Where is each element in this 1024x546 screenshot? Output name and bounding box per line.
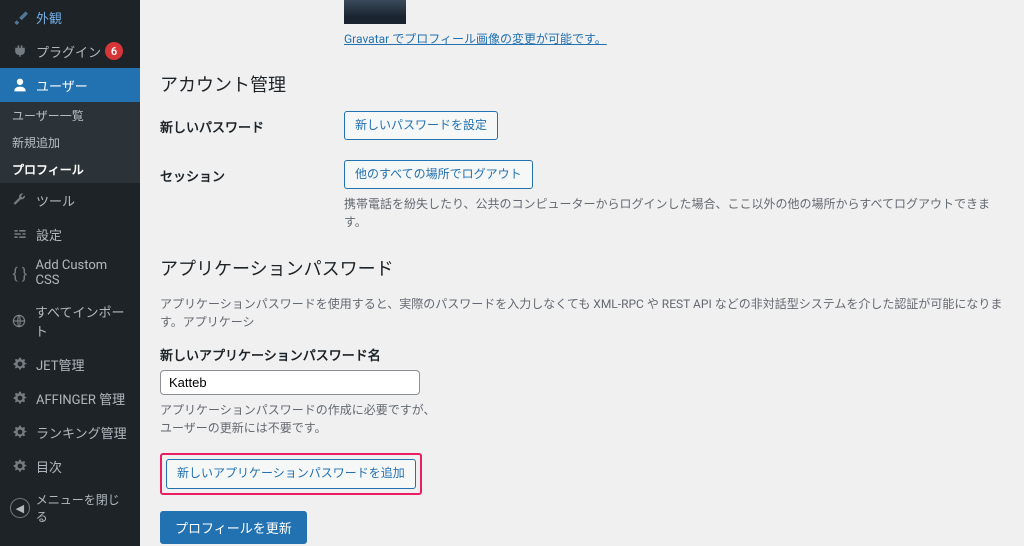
highlight-add-app-password: 新しいアプリケーションパスワードを追加 <box>160 453 422 494</box>
sidebar-item-toc[interactable]: 目次 <box>0 449 140 483</box>
label-app-password-name: 新しいアプリケーションパスワード名 <box>160 345 1004 364</box>
chevron-left-icon: ◀ <box>10 498 30 518</box>
row-session: セッション 他のすべての場所でログアウト 携帯電話を紛失したり、公共のコンピュー… <box>160 160 1004 231</box>
gear-icon <box>10 354 30 374</box>
sidebar-item-ranking[interactable]: ランキング管理 <box>0 415 140 449</box>
sidebar-label: プラグイン <box>36 42 101 61</box>
add-app-password-button[interactable]: 新しいアプリケーションパスワードを追加 <box>166 459 416 488</box>
update-profile-button[interactable]: プロフィールを更新 <box>160 511 307 544</box>
sidebar-label: ランキング管理 <box>36 423 127 442</box>
gear-icon <box>10 388 30 408</box>
main-content: Gravatar でプロフィール画像の変更が可能です。 アカウント管理 新しいパ… <box>140 0 1024 546</box>
globe-icon <box>10 311 29 331</box>
gravatar-link[interactable]: Gravatar でプロフィール画像の変更が可能です。 <box>344 30 607 47</box>
app-password-help: アプリケーションパスワードの作成に必要ですが、 ユーザーの更新には不要です。 <box>160 401 1004 437</box>
submenu-users-list[interactable]: ユーザー一覧 <box>0 102 140 129</box>
sidebar-item-appearance[interactable]: 外観 <box>0 0 140 34</box>
sidebar-label: すべてインポート <box>35 302 132 340</box>
wrench-icon <box>10 190 30 210</box>
admin-sidebar: 外観 プラグイン 6 ユーザー ユーザー一覧 新規追加 プロフィール ツール <box>0 0 140 546</box>
avatar-image <box>344 0 406 24</box>
gear-icon <box>10 422 30 442</box>
app-password-intro: アプリケーションパスワードを使用すると、実際のパスワードを入力しなくても XML… <box>160 295 1004 331</box>
sidebar-label: 目次 <box>36 457 62 476</box>
heading-app-password: アプリケーションパスワード <box>160 255 1004 281</box>
sidebar-item-affinger[interactable]: AFFINGER 管理 <box>0 381 140 415</box>
sidebar-submenu: ユーザー一覧 新規追加 プロフィール <box>0 102 140 183</box>
gear-icon <box>10 456 30 476</box>
sidebar-label: ユーザー <box>36 76 88 95</box>
session-description: 携帯電話を紛失したり、公共のコンピューターからログインした場合、ここ以外の他の場… <box>344 195 1004 231</box>
sidebar-label: AFFINGER 管理 <box>36 389 125 408</box>
sidebar-item-tools[interactable]: ツール <box>0 183 140 217</box>
sidebar-label: 外観 <box>36 8 62 27</box>
logout-everywhere-button[interactable]: 他のすべての場所でログアウト <box>344 160 533 189</box>
sidebar-item-settings[interactable]: 設定 <box>0 217 140 251</box>
sidebar-item-plugins[interactable]: プラグイン 6 <box>0 34 140 68</box>
user-icon <box>10 75 30 95</box>
heading-account: アカウント管理 <box>160 71 1004 97</box>
sidebar-label: 設定 <box>36 225 62 244</box>
set-new-password-button[interactable]: 新しいパスワードを設定 <box>344 111 498 140</box>
collapse-menu[interactable]: ◀ メニューを閉じる <box>0 483 140 533</box>
sidebar-item-jet[interactable]: JET管理 <box>0 347 140 381</box>
sidebar-item-custom-css[interactable]: { } Add Custom CSS <box>0 251 140 295</box>
sidebar-label: Add Custom CSS <box>36 258 132 288</box>
sidebar-label: ツール <box>36 191 75 210</box>
sliders-icon <box>10 224 30 244</box>
brush-icon <box>10 7 30 27</box>
plug-icon <box>10 41 30 61</box>
braces-icon: { } <box>10 263 30 283</box>
update-badge: 6 <box>105 42 123 60</box>
row-new-password: 新しいパスワード 新しいパスワードを設定 <box>160 111 1004 140</box>
submenu-profile[interactable]: プロフィール <box>0 156 140 183</box>
sidebar-item-import-all[interactable]: すべてインポート <box>0 295 140 347</box>
label-session: セッション <box>160 160 344 185</box>
submenu-add-new[interactable]: 新規追加 <box>0 129 140 156</box>
sidebar-item-users[interactable]: ユーザー <box>0 68 140 102</box>
collapse-label: メニューを閉じる <box>36 491 130 525</box>
sidebar-label: JET管理 <box>36 355 84 374</box>
avatar-block: Gravatar でプロフィール画像の変更が可能です。 <box>344 0 1004 47</box>
label-new-password: 新しいパスワード <box>160 111 344 136</box>
app-password-name-input[interactable] <box>160 370 420 395</box>
